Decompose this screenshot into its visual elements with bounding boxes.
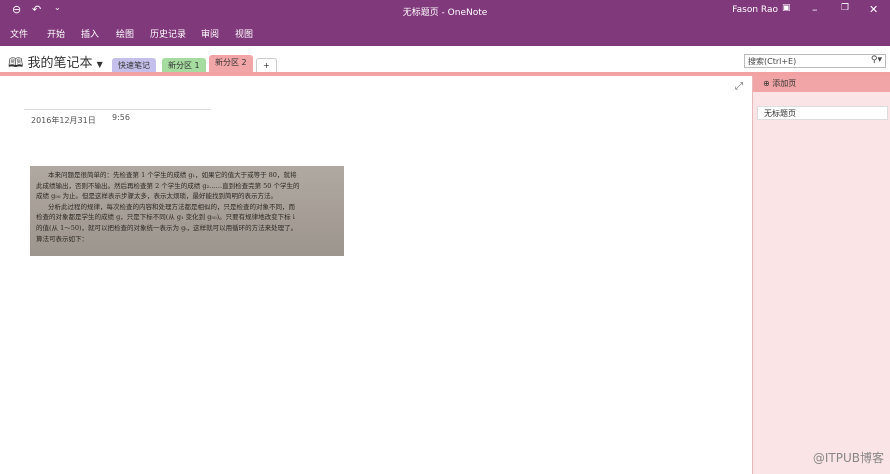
title-line[interactable] <box>24 109 211 110</box>
tab-home[interactable]: 开始 <box>47 27 65 40</box>
tab-insert[interactable]: 插入 <box>81 27 99 40</box>
minimize-button[interactable]: – <box>812 3 818 16</box>
photo-line: 此成绩输出，否则不输出。然后再检查第 2 个学生的成绩 g₂……直到检查完第 5… <box>36 181 300 190</box>
tab-view[interactable]: 视图 <box>235 27 253 40</box>
photo-line: 算法可表示如下： <box>36 234 88 243</box>
photo-line: 检查的对象都是学生的成绩 g，只是下标不同(从 g₁ 变化到 g₅₀)。只要有规… <box>36 213 295 222</box>
section-tab-2[interactable]: 新分区 2 <box>209 55 253 72</box>
notebook-icon: 🕮 <box>8 56 24 71</box>
photo-line: 的值(从 1～50)，就可以把检查的对象统一表示为 gᵢ，这样就可以用循环的方法… <box>36 223 298 232</box>
expand-icon[interactable]: ⤢ <box>735 81 743 92</box>
tab-history[interactable]: 历史记录 <box>150 27 186 40</box>
add-page-button[interactable]: ⊕ 添加页 <box>753 76 890 92</box>
notebook-name: 我的笔记本 <box>27 56 93 71</box>
section-tab-1[interactable]: 新分区 1 <box>162 58 206 72</box>
tab-review[interactable]: 审阅 <box>201 27 219 40</box>
page-list-item[interactable]: 无标题页 <box>757 106 888 120</box>
plus-circle-icon: ⊕ <box>763 79 770 88</box>
restore-button[interactable]: ❐ <box>841 3 849 13</box>
page-canvas[interactable]: 2016年12月31日 9:56 ⤢ 本来问题是很简单的：先检查第 1 个学生的… <box>0 76 752 474</box>
search-input[interactable]: 搜索(Ctrl+E) ⚲▾ <box>744 54 886 68</box>
photo-line: 成绩 g₅₀ 为止。但是这样表示步骤太多，表示太烦琐，最好能找到简明的表示方法。 <box>36 192 278 201</box>
add-page-label: 添加页 <box>772 79 797 88</box>
search-icon[interactable]: ⚲▾ <box>871 55 882 65</box>
photo-line: 分析此过程的规律，每次检查的内容和处理方法都是相似的，只是检查的对象不同，而 <box>48 202 295 211</box>
search-placeholder: 搜索(Ctrl+E) <box>748 57 797 66</box>
notebook-bar: 🕮 我的笔记本 ▼ 快速笔记 新分区 1 新分区 2 + 搜索(Ctrl+E) ⚲… <box>0 46 890 73</box>
user-name[interactable]: Fason Rao <box>732 5 778 15</box>
ribbon-display-icon[interactable]: ▣ <box>782 3 791 13</box>
title-bar: ⊖ ↶ ⌄ 无标题页 - OneNote Fason Rao ▣ – ❐ ✕ <box>0 0 890 22</box>
ribbon-tabs: 文件 开始 插入 绘图 历史记录 审阅 视图 <box>0 22 890 46</box>
pages-panel: ⊕ 添加页 无标题页 <box>752 76 890 474</box>
page-date: 2016年12月31日 <box>31 116 96 125</box>
add-section-button[interactable]: + <box>256 58 277 72</box>
page-time: 9:56 <box>112 113 130 122</box>
watermark: @ITPUB博客 <box>812 451 884 465</box>
section-tab-quick-notes[interactable]: 快速笔记 <box>112 58 156 72</box>
photo-line: 本来问题是很简单的：先检查第 1 个学生的成绩 g₁，如果它的值大于或等于 80… <box>48 171 297 179</box>
chevron-down-icon: ▼ <box>96 60 103 69</box>
textbook-photo[interactable]: 本来问题是很简单的：先检查第 1 个学生的成绩 g₁，如果它的值大于或等于 80… <box>30 166 344 256</box>
close-button[interactable]: ✕ <box>869 3 878 16</box>
tab-file[interactable]: 文件 <box>10 27 28 40</box>
tab-draw[interactable]: 绘图 <box>116 27 134 40</box>
